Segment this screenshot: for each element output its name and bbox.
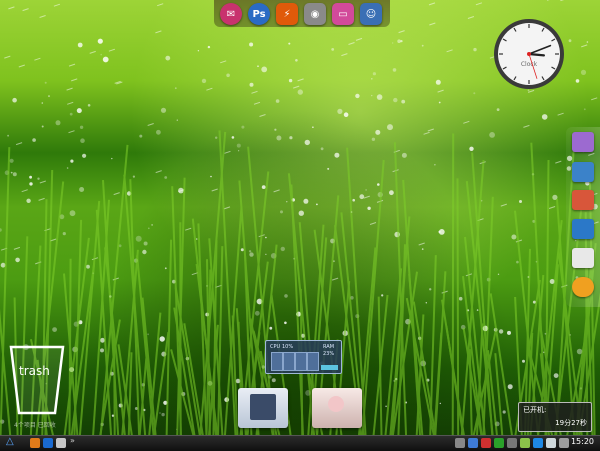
network-icon[interactable] [559, 438, 569, 448]
trash-sublabel: 4个项目 已回收 [14, 420, 56, 429]
folder-widget-2[interactable] [312, 388, 362, 428]
tray-icon-4[interactable] [494, 438, 504, 448]
tray-icon-6[interactable] [520, 438, 530, 448]
folder-1-preview [250, 394, 276, 420]
trash-label: trash [19, 364, 50, 378]
photoshop-label: Ps [252, 9, 265, 20]
cpu-bar-3 [295, 352, 307, 371]
cpu-bar-2 [283, 352, 295, 371]
right-dock [566, 127, 600, 307]
photo-app-icon[interactable] [572, 190, 594, 210]
document-app-icon[interactable] [572, 248, 594, 268]
finder-icon[interactable]: ☺ [360, 3, 382, 25]
cpu-bar-1 [271, 352, 283, 371]
cpu-label: CPU [270, 344, 280, 350]
mail-icon[interactable]: ✉ [220, 3, 242, 25]
chevron-right-icon[interactable]: » [70, 436, 75, 445]
uptime-label: 已开机: [523, 405, 546, 415]
quicklaunch-icon-2[interactable] [43, 438, 53, 448]
quicklaunch-icon-3[interactable] [56, 438, 66, 448]
taskbar: △ » 15:20 [0, 435, 600, 451]
tray-icon-3[interactable] [481, 438, 491, 448]
cassette-icon[interactable]: ▭ [332, 3, 354, 25]
uptime-value: 19分27秒 [555, 418, 587, 428]
cpu-value: 10% [282, 344, 293, 350]
clock-hour-hand [529, 54, 544, 55]
photoshop-icon[interactable]: Ps [248, 3, 270, 25]
tray-icon-7[interactable] [533, 438, 543, 448]
clock-brand: Clock [521, 61, 538, 68]
music-app-icon[interactable] [572, 219, 594, 239]
camera-icon[interactable]: ◉ [304, 3, 326, 25]
taskbar-clock[interactable]: 15:20 [571, 437, 594, 446]
start-button[interactable]: △ [6, 436, 14, 447]
uptime-widget[interactable]: 已开机: 19分27秒 [518, 402, 592, 432]
speaker-icon[interactable] [546, 438, 556, 448]
flash-icon[interactable]: ⚡ [276, 3, 298, 25]
quicklaunch-icon-1[interactable] [30, 438, 40, 448]
ram-label: RAM [323, 344, 334, 350]
tray-icon-1[interactable] [455, 438, 465, 448]
quick-launch-bar: ✉ Ps ⚡ ◉ ▭ ☺ [214, 0, 390, 27]
cpu-bar-4 [307, 352, 319, 371]
tray-icon-5[interactable] [507, 438, 517, 448]
ram-fill [321, 365, 338, 370]
tray-icon-2[interactable] [468, 438, 478, 448]
ram-value: 23% [323, 351, 334, 357]
clock-widget[interactable]: Clock [493, 18, 565, 90]
folder-2-preview [328, 396, 344, 412]
folder-widget-1[interactable] [238, 388, 288, 428]
flower-app-icon[interactable] [572, 277, 594, 297]
blue-app-icon[interactable] [572, 162, 594, 182]
system-monitor-widget[interactable]: CPU 10% RAM 23% [265, 340, 342, 374]
purple-app-icon[interactable] [572, 132, 594, 152]
